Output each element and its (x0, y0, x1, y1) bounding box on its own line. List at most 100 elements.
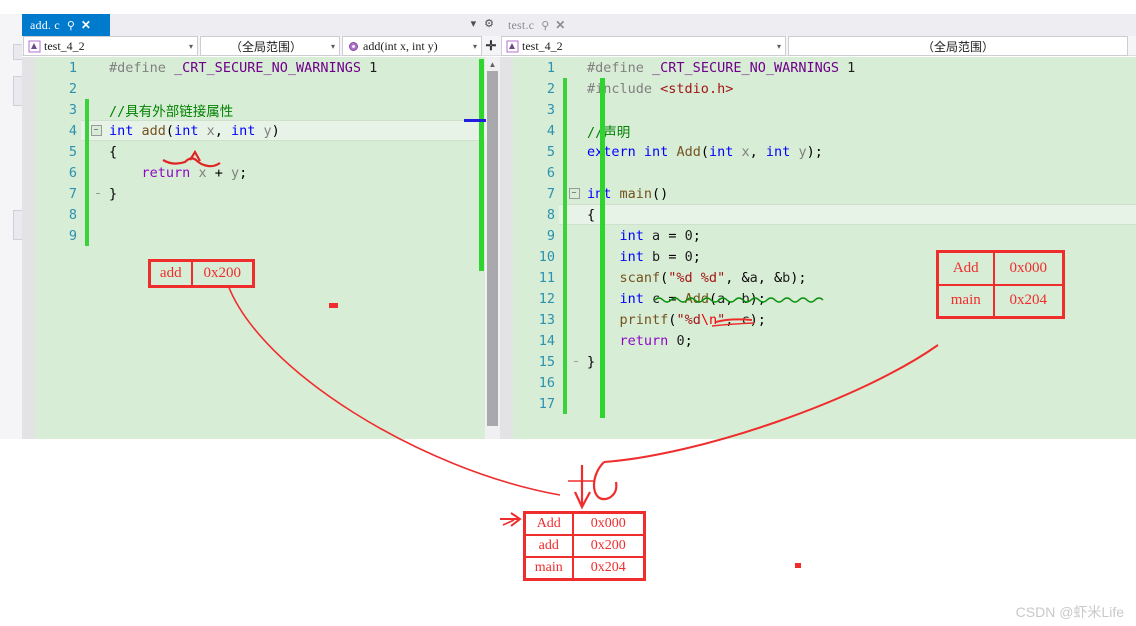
pointer-curl (592, 461, 618, 501)
navigation-bar-right: test_4_2 ▾ （全局范围） (500, 36, 1136, 56)
annotation-table-merged: Add 0x000 add 0x200 main 0x204 (523, 511, 646, 581)
vertical-scrollbar-left[interactable]: ▲ (485, 57, 500, 439)
code-text: int b = 0; (619, 248, 701, 265)
code-lines-right: 1 #define _CRT_SECURE_NO_WARNINGS 1 2 #incl… (513, 57, 1136, 439)
pin-icon[interactable]: ⚲ (67, 19, 75, 32)
symbol-name-cell: add (523, 534, 574, 558)
code-line: 6 (513, 162, 1136, 183)
gear-icon[interactable]: ⚙ (484, 17, 494, 30)
project-icon (28, 40, 41, 52)
line-number: 8 (546, 206, 555, 223)
code-line: 8{ (513, 204, 1136, 225)
change-marker-bar (600, 78, 605, 418)
change-bar (563, 141, 567, 162)
scroll-up-icon[interactable]: ▲ (485, 57, 500, 71)
code-line: 9 int a = 0; (513, 225, 1136, 246)
code-line: 3 (513, 99, 1136, 120)
change-bar (563, 372, 567, 393)
symbol-name-cell: main (523, 556, 574, 581)
code-text: #define _CRT_SECURE_NO_WARNINGS 1 (587, 59, 856, 76)
line-number: 8 (68, 206, 77, 223)
symbol-address-cell: 0x000 (571, 511, 646, 536)
line-number: 12 (538, 290, 555, 307)
screenshot-root: add. c ⚲ ✕ ▾ ⚙ test_4_2 ▾ （全局范围） ▾ add(i… (0, 0, 1136, 626)
close-icon[interactable]: ✕ (555, 18, 565, 33)
red-dot-marker (795, 563, 801, 568)
code-text: } (587, 353, 596, 370)
change-bar (85, 57, 89, 78)
code-text: printf("%d\n", c); (619, 311, 766, 328)
caret-position-marker (464, 119, 486, 122)
table-row: Add 0x000 (523, 511, 646, 536)
chevron-down-icon[interactable]: ▾ (189, 42, 193, 51)
change-bar (85, 183, 89, 204)
code-text: //声明 (587, 124, 631, 141)
gutter-right (500, 57, 513, 439)
fold-column[interactable]: − (567, 188, 581, 199)
change-bar (85, 78, 89, 99)
line-number: 16 (538, 374, 555, 391)
project-dropdown-left[interactable]: test_4_2 ▾ (23, 36, 198, 56)
symbol-name-cell: Add (523, 511, 574, 536)
change-bar (563, 57, 567, 78)
code-line: 8 (35, 204, 500, 225)
watermark: CSDN @虾米Life (1015, 604, 1124, 620)
navigation-bar-left: test_4_2 ▾ （全局范围） ▾ add(int x, int y) ▾ … (22, 36, 500, 56)
fold-column[interactable]: − (89, 125, 103, 136)
change-marker-bar (479, 59, 484, 271)
scope-dropdown-label: （全局范围） (229, 39, 302, 54)
change-bar (563, 99, 567, 120)
project-dropdown-right[interactable]: test_4_2 ▾ (501, 36, 786, 56)
change-bar (85, 141, 89, 162)
code-line: 1 #define _CRT_SECURE_NO_WARNINGS 1 (513, 57, 1136, 78)
fold-collapse-icon[interactable]: − (90, 125, 102, 136)
chevron-down-icon[interactable]: ▾ (331, 42, 335, 51)
code-text: return 0; (619, 332, 693, 349)
change-bar (563, 351, 567, 372)
line-number: 1 (68, 59, 77, 76)
code-line: 15} (513, 351, 1136, 372)
chevron-down-icon[interactable]: ▾ (473, 42, 477, 51)
code-line: 4 − int add(int x, int y) (35, 120, 500, 141)
line-number: 7 (546, 185, 555, 202)
fold-collapse-icon[interactable]: − (568, 188, 580, 199)
line-number: 6 (546, 164, 555, 181)
line-number: 10 (538, 248, 555, 265)
tab-test-c[interactable]: test.c ⚲ ✕ (500, 14, 584, 36)
chevron-down-icon[interactable]: ▾ (777, 42, 781, 51)
change-bar (563, 120, 567, 141)
code-text: { (109, 143, 118, 160)
change-bar (563, 330, 567, 351)
left-pointer-tail (502, 519, 515, 526)
scope-dropdown-left[interactable]: （全局范围） ▾ (200, 36, 340, 56)
code-editor-left[interactable]: 1 #define _CRT_SECURE_NO_WARNINGS 1 2 3 //具有… (22, 57, 500, 439)
change-bar (563, 162, 567, 183)
change-bar (563, 78, 567, 99)
change-bar (85, 162, 89, 183)
table-row: main 0x204 (523, 556, 646, 581)
line-number: 3 (546, 101, 555, 118)
editor-pane-left: add. c ⚲ ✕ ▾ ⚙ test_4_2 ▾ （全局范围） ▾ add(i… (22, 14, 500, 439)
split-view-icon[interactable]: ✛ (483, 36, 499, 55)
code-editor-right[interactable]: 1 #define _CRT_SECURE_NO_WARNINGS 1 2 #incl… (500, 57, 1136, 439)
code-line: 2 #include <stdio.h> (513, 78, 1136, 99)
member-dropdown-left[interactable]: add(int x, int y) ▾ (342, 36, 482, 56)
chevron-down-icon[interactable]: ▾ (471, 17, 477, 30)
close-icon[interactable]: ✕ (81, 18, 91, 33)
code-line: 1 #define _CRT_SECURE_NO_WARNINGS 1 (35, 57, 500, 78)
member-dropdown-label: add(int x, int y) (363, 38, 438, 53)
code-text: int add(int x, int y) (109, 122, 280, 139)
change-bar (85, 204, 89, 225)
code-text: int a = 0; (619, 227, 701, 244)
line-number: 14 (538, 332, 555, 349)
tab-add-c[interactable]: add. c ⚲ ✕ (22, 14, 110, 36)
tabstrip-left: add. c ⚲ ✕ ▾ ⚙ (22, 14, 500, 37)
code-line: 12 int c = Add(a, b); (513, 288, 1136, 309)
code-text: scanf("%d %d", &a, &b); (619, 269, 807, 286)
code-line: 6 return x + y; (35, 162, 500, 183)
line-number: 5 (68, 143, 77, 160)
scope-dropdown-right[interactable]: （全局范围） (788, 36, 1128, 56)
scrollbar-thumb[interactable] (487, 71, 498, 426)
tab-label: add. c (30, 17, 60, 32)
pin-icon[interactable]: ⚲ (541, 19, 549, 32)
